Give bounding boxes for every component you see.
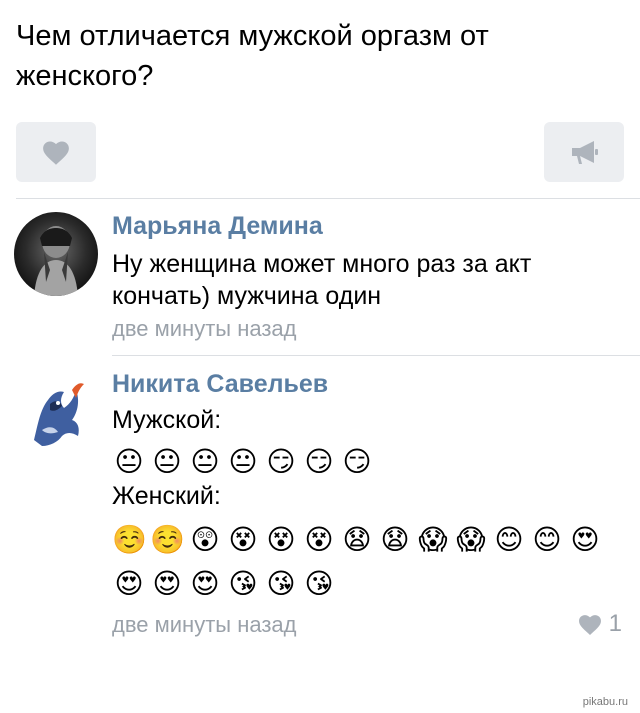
emoji-icon: 😊 [494,523,524,556]
like-button[interactable] [16,122,96,182]
emoji-icon: 😏 [304,445,334,478]
emoji-icon: 😍 [570,523,600,556]
comment-label-female: Женский: [112,482,221,510]
post-question: Чем отличается мужской оргазм от женског… [16,20,489,92]
avatar[interactable] [14,212,98,296]
divider [112,355,640,356]
emoji-row-female-1: ☺️ ☺️ 😲 😵 😵 😵 😧 😧 😱 😱 😊 😊 😍 [112,522,602,558]
emoji-icon: 😧 [380,523,410,556]
share-button[interactable] [544,122,624,182]
comment-timestamp: две минуты назад [112,612,297,637]
emoji-icon: 😵 [228,523,258,556]
emoji-icon: ☺️ [150,523,185,556]
avatar[interactable] [14,370,98,454]
emoji-icon: 😐 [190,445,220,478]
emoji-icon: 😵 [304,523,334,556]
emoji-icon: 😐 [114,445,144,478]
emoji-icon: 😘 [266,567,296,600]
emoji-icon: 😍 [114,567,144,600]
emoji-icon: 😲 [190,523,220,556]
emoji-icon: 😵 [266,523,296,556]
emoji-icon: 😊 [532,523,562,556]
watermark: pikabu.ru [578,695,632,709]
emoji-icon: 😍 [152,567,182,600]
emoji-icon: ☺️ [112,523,147,556]
megaphone-icon [572,141,598,164]
comment-label-male: Мужской: [112,406,222,434]
emoji-row-female-2: 😍 😍 😍 😘 😘 😘 [112,566,336,602]
emoji-icon: 😱 [456,523,486,556]
emoji-icon: 😧 [342,523,372,556]
emoji-icon: 😘 [228,567,258,600]
emoji-icon: 😘 [304,567,334,600]
comment-text: Ну женщина может много раз за акт кончат… [112,250,532,310]
divider [16,198,640,199]
emoji-icon: 😏 [342,445,372,478]
comment-author[interactable]: Никита Савельев [112,369,328,399]
emoji-row-male: 😐 😐 😐 😐 😏 😏 😏 [112,444,374,480]
comment-like-button[interactable]: 1 [577,610,622,638]
emoji-icon: 😐 [228,445,258,478]
heart-icon [578,614,601,635]
comment-timestamp: две минуты назад [112,316,297,341]
like-count: 1 [608,610,622,637]
emoji-icon: 😱 [418,523,448,556]
emoji-icon: 😍 [190,567,220,600]
heart-icon [43,140,69,165]
emoji-icon: 😏 [266,445,296,478]
comment-author[interactable]: Марьяна Демина [112,211,323,241]
emoji-icon: 😐 [152,445,182,478]
